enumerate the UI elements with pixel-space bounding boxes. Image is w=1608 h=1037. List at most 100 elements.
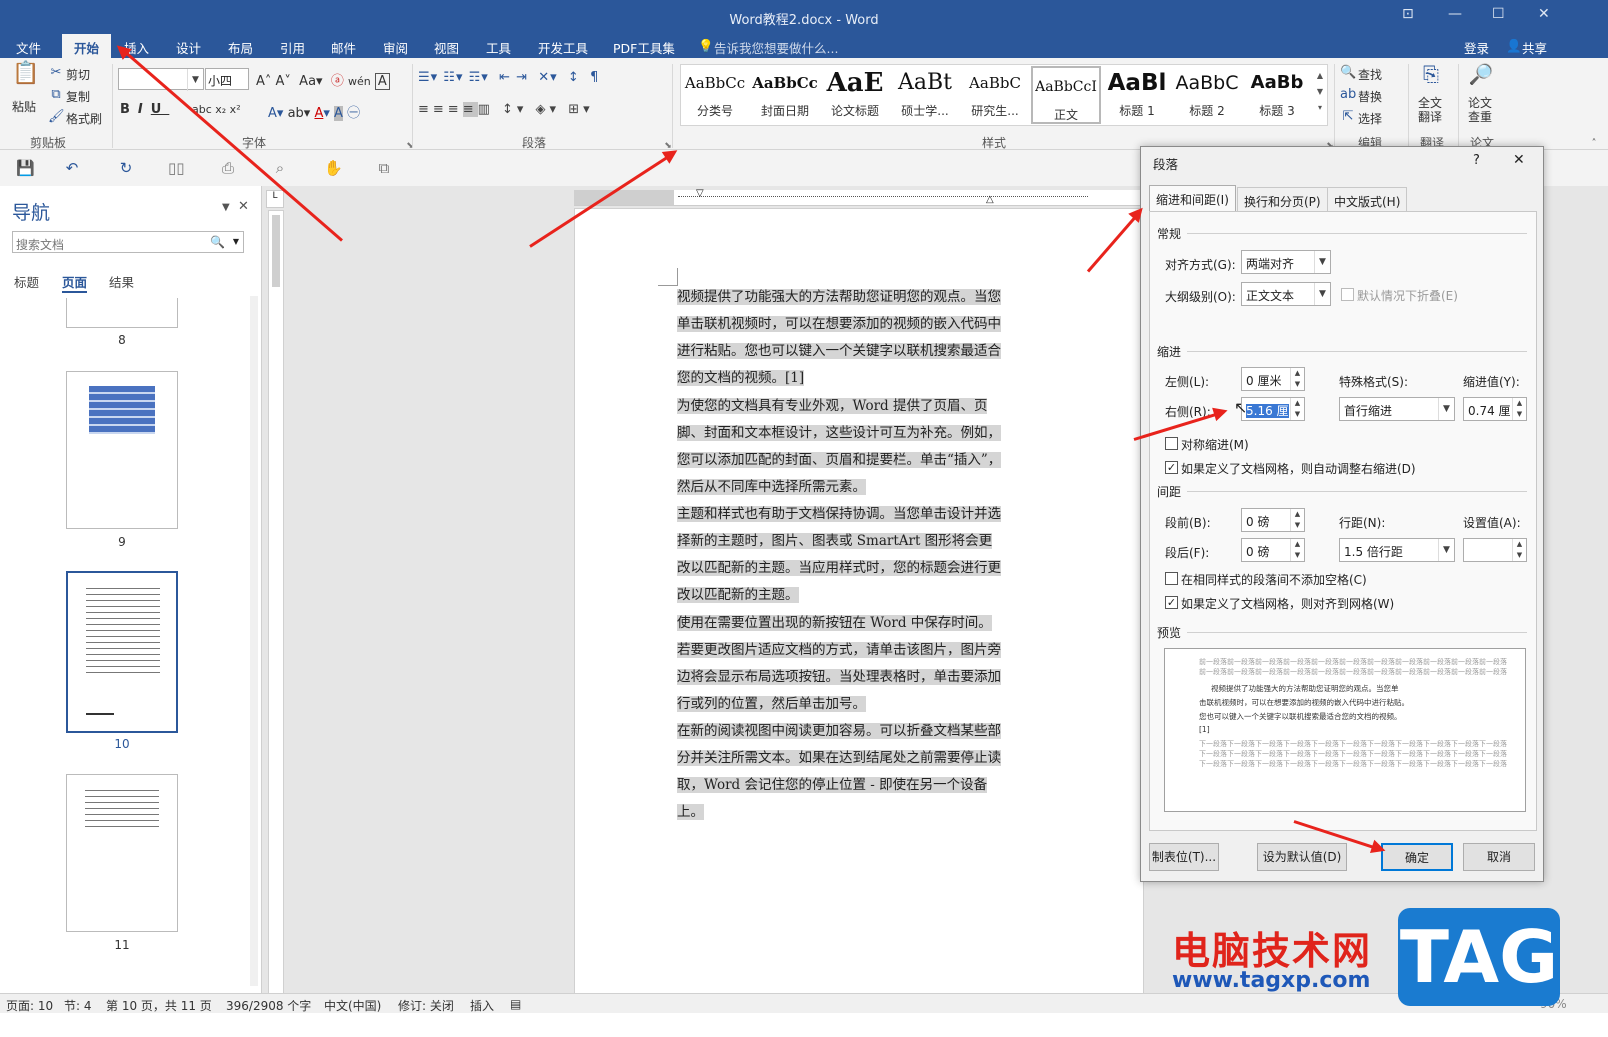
style-item[interactable]: AaBbC 研究生...	[960, 64, 1030, 124]
alignment-select[interactable]: 两端对齐 ▼	[1241, 250, 1331, 274]
paper-check-icon[interactable]: 🔎	[1468, 64, 1494, 94]
first-line-indent-marker[interactable]: ▽	[696, 188, 704, 199]
document-paragraph[interactable]: 视频提供了功能强大的方法帮助您证明您的观点。当您单击联机视频时，可以在想要添加的…	[677, 284, 1003, 392]
document-paragraph[interactable]: 使用在需要位置出现的新按钮在 Word 中保存时间。若要更改图片适应文档的方式，…	[677, 610, 1003, 718]
collapse-checkbox[interactable]	[1341, 288, 1354, 301]
nav-tab-results[interactable]: 结果	[109, 272, 134, 291]
no-space-checkbox[interactable]	[1165, 572, 1178, 585]
style-item[interactable]: AaBt 硕士学...	[890, 64, 960, 124]
status-insert-mode[interactable]: 插入	[470, 997, 494, 1014]
maximize-icon[interactable]: ☐	[1492, 6, 1505, 22]
close-icon[interactable]: ✕	[1538, 6, 1550, 22]
cancel-button[interactable]: 取消	[1463, 843, 1535, 871]
print-preview-icon[interactable]: ⌕	[272, 160, 288, 176]
outline-level-select[interactable]: 正文文本 ▼	[1241, 282, 1331, 306]
left-indent-input[interactable]: 0 厘米 ▲ ▼	[1241, 367, 1305, 391]
tab-layout[interactable]: 布局	[228, 38, 253, 57]
search-icon[interactable]: 🔍	[210, 235, 225, 249]
help-button[interactable]: ?	[1473, 153, 1480, 168]
tab-asian-typography[interactable]: 中文版式(H)	[1327, 187, 1408, 211]
font-format-buttons[interactable]: BIU	[120, 102, 169, 117]
spinner-arrows-icon[interactable]: ▲ ▼	[1512, 539, 1526, 561]
replace-button[interactable]: 替换	[1358, 88, 1382, 105]
snap-to-grid-checkbox[interactable]: ✓	[1165, 596, 1178, 609]
style-item-selected[interactable]: AaBbCcI 正文	[1031, 66, 1101, 124]
spinner-arrows-icon[interactable]: ▲ ▼	[1512, 398, 1526, 420]
document-paragraph[interactable]: 在新的阅读视图中阅读更加容易。可以折叠文档某些部分并关注所需文本。如果在达到结尾…	[677, 718, 1003, 826]
tab-indent-spacing[interactable]: 缩进和间距(I)	[1149, 185, 1236, 212]
macro-record-icon[interactable]: ▤	[510, 997, 521, 1011]
page-thumbnail-current[interactable]	[66, 571, 178, 733]
translate-icon[interactable]: ⎘	[1418, 64, 1444, 94]
save-icon[interactable]: 💾	[16, 160, 35, 176]
nav-tab-pages[interactable]: 页面	[62, 272, 88, 293]
document-paragraph[interactable]: 主题和样式也有助于文档保持协调。当您单击设计并选择新的主题时，图片、图表或 Sm…	[677, 501, 1003, 609]
space-after-input[interactable]: 0 磅 ▲ ▼	[1241, 538, 1305, 562]
ribbon-display-icon[interactable]: ⊡	[1402, 6, 1414, 22]
set-default-button[interactable]: 设为默认值(D)	[1257, 843, 1347, 871]
page-thumbnail[interactable]	[66, 371, 178, 529]
style-item[interactable]: AaBbC 标题 2	[1172, 64, 1242, 124]
tab-view[interactable]: 视图	[434, 38, 459, 57]
paper-check-button[interactable]: 论文查重	[1468, 96, 1496, 124]
copy-button[interactable]: 复制	[66, 88, 90, 105]
auto-right-indent-checkbox[interactable]: ✓	[1165, 461, 1178, 474]
font-size-combo[interactable]: 小四	[205, 68, 249, 90]
find-button[interactable]: 查找	[1358, 66, 1382, 83]
tab-pdf-tools[interactable]: PDF工具集	[613, 38, 675, 57]
style-item[interactable]: AaBl 标题 1	[1102, 64, 1172, 124]
spinner-arrows-icon[interactable]: ▲ ▼	[1290, 398, 1304, 420]
right-indent-marker[interactable]: △	[986, 194, 994, 205]
indent-value-input[interactable]: 0.74 厘米▲▼	[1463, 397, 1527, 421]
chevron-down-icon[interactable]: ▼	[233, 237, 239, 246]
print-icon[interactable]: ⎙	[220, 160, 236, 176]
grow-font-icon[interactable]: A˄ A˅ Aa▾ ⓐ wén A	[256, 70, 390, 90]
ok-button[interactable]: 确定	[1381, 843, 1453, 871]
nav-search-input[interactable]: 搜索文档 🔍 ▼	[12, 231, 244, 253]
translate-button[interactable]: 全文翻译	[1418, 96, 1446, 124]
status-pages[interactable]: 第 10 页，共 11 页	[106, 997, 212, 1014]
minimize-icon[interactable]: —	[1448, 6, 1462, 22]
paste-button[interactable]: 粘贴	[12, 98, 36, 115]
tab-home[interactable]: 开始	[62, 34, 112, 58]
redo-icon[interactable]: ↻	[118, 160, 134, 176]
document-paragraph[interactable]: 为使您的文档具有专业外观，Word 提供了页眉、页脚、封面和文本框设计，这些设计…	[677, 393, 1003, 501]
page-thumbnail[interactable]	[66, 774, 178, 932]
setting-value-input[interactable]: ▲ ▼	[1463, 538, 1527, 562]
text-effects-icon[interactable]: A▾ ab▾ A▾ A ㊀	[268, 102, 360, 121]
space-before-input[interactable]: 0 磅 ▲ ▼	[1241, 508, 1305, 532]
tab-selector-icon[interactable]: L	[266, 190, 284, 208]
right-indent-input[interactable]: 5.16 厘米▲▼	[1241, 397, 1305, 421]
nav-scrollbar[interactable]	[250, 296, 258, 986]
tab-mailings[interactable]: 邮件	[331, 38, 356, 57]
styles-scroll-icon[interactable]: ▲ ▼ ▾	[1312, 68, 1328, 112]
cut-button[interactable]: 剪切	[66, 66, 90, 83]
spinner-arrows-icon[interactable]: ▲ ▼	[1290, 509, 1304, 531]
style-item[interactable]: AaBb 标题 3	[1242, 64, 1312, 124]
nav-menu-icon[interactable]: ▼	[222, 202, 230, 213]
tab-tools[interactable]: 工具	[486, 38, 511, 57]
tab-line-page-breaks[interactable]: 换行和分页(P)	[1237, 187, 1328, 211]
list-buttons[interactable]: ☰▾ ☷▾ ☶▾ ⇤ ⇥ ✕▾ ↕ ¶	[418, 70, 599, 85]
alignment-buttons[interactable]: ≡≡≡≡▥ ↕▾ ◈▾ ⊞▾	[418, 102, 594, 117]
status-track-changes[interactable]: 修订: 关闭	[398, 997, 454, 1014]
paste-icon[interactable]: 📋	[12, 63, 39, 94]
undo-icon[interactable]: ↶	[64, 160, 80, 176]
nav-close-icon[interactable]: ✕	[238, 199, 249, 214]
style-item[interactable]: AaBbCc 封面日期	[750, 64, 820, 124]
style-item[interactable]: AaBbCc 分类号	[680, 64, 750, 124]
read-mode-icon[interactable]: ▯▯	[168, 160, 185, 176]
nav-tab-headings[interactable]: 标题	[14, 272, 39, 291]
tab-file[interactable]: 文件	[16, 38, 41, 57]
touch-mode-icon[interactable]: ✋	[324, 160, 343, 176]
spinner-arrows-icon[interactable]: ▲ ▼	[1290, 368, 1304, 390]
line-spacing-select[interactable]: 1.5 倍行距 ▼	[1339, 538, 1455, 562]
font-name-combo[interactable]: ▼	[118, 68, 204, 91]
login-link[interactable]: 登录	[1464, 38, 1489, 57]
status-words[interactable]: 396/2908 个字	[226, 997, 311, 1014]
format-painter-button[interactable]: 格式刷	[66, 110, 102, 127]
mirror-indent-checkbox[interactable]	[1165, 437, 1178, 450]
tab-developer[interactable]: 开发工具	[538, 38, 588, 57]
spinner-arrows-icon[interactable]: ▲ ▼	[1290, 539, 1304, 561]
dialog-close-icon[interactable]: ✕	[1513, 152, 1525, 168]
